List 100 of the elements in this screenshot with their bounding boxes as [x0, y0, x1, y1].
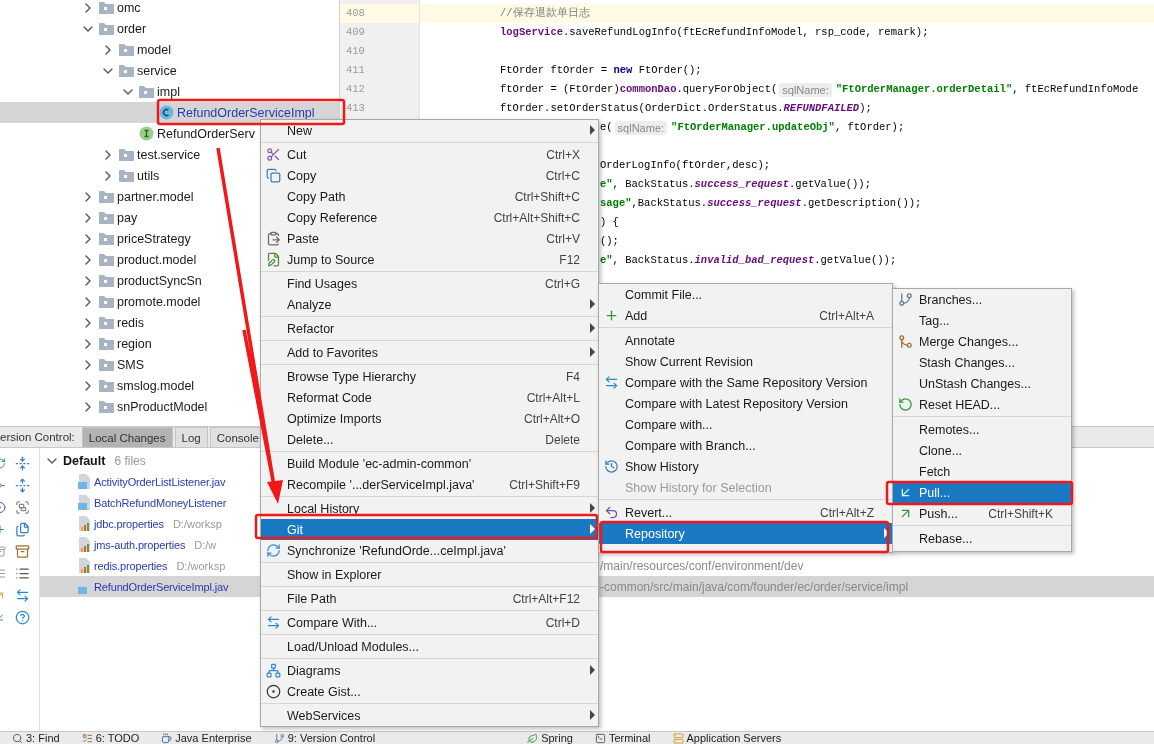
- file-name[interactable]: BatchRefundMoneyListener: [94, 496, 227, 509]
- tool-window-button[interactable]: 6: TODO: [75, 732, 146, 744]
- tool-window-button[interactable]: Spring: [521, 732, 579, 744]
- menu-item[interactable]: Git: [261, 519, 598, 540]
- shortcut-label: Ctrl+C: [545, 168, 580, 183]
- menu-item[interactable]: Pull...: [893, 482, 1071, 503]
- search-icon: [12, 732, 23, 744]
- menu-item[interactable]: Commit File...: [599, 284, 892, 305]
- menu-item[interactable]: Diagrams: [261, 660, 598, 681]
- menu-item[interactable]: Load/Unload Modules...: [261, 636, 598, 657]
- properties-file-icon: [78, 558, 91, 573]
- menu-item[interactable]: Show in Explorer: [261, 564, 598, 585]
- code-line: //保存退款单日志: [500, 6, 590, 21]
- menu-item[interactable]: Browse Type Hierarchy F4: [261, 366, 598, 387]
- shortcut-label: Ctrl+D: [545, 615, 580, 630]
- shortcut-label: Ctrl+Alt+Z: [820, 505, 874, 520]
- menu-item[interactable]: Find Usages Ctrl+G: [261, 273, 598, 294]
- folder-icon: [99, 190, 114, 203]
- properties-file-icon: [78, 516, 91, 531]
- file-name[interactable]: ActivityOrderListListener.jav: [94, 475, 226, 488]
- menu-item[interactable]: Compare with Latest Repository Version: [599, 393, 892, 414]
- menu-item[interactable]: Tag...: [893, 310, 1071, 331]
- line-number: 412: [345, 82, 366, 97]
- folder-icon: [99, 211, 114, 224]
- menu-item[interactable]: Copy Ctrl+C: [261, 165, 598, 186]
- clipboard-icon: [266, 231, 281, 246]
- branch-icon: [273, 732, 285, 744]
- folder-icon: [99, 337, 114, 350]
- menu-item[interactable]: Compare with Branch...: [599, 435, 892, 456]
- menu-item[interactable]: Optimize Imports Ctrl+Alt+O: [261, 408, 598, 429]
- folder-icon: [119, 43, 134, 56]
- reset-icon: [898, 397, 913, 412]
- tool-window-button[interactable]: Java Enterprise: [155, 732, 258, 744]
- menu-item[interactable]: WebServices: [261, 705, 598, 726]
- file-name[interactable]: jdbc.properties: [94, 517, 164, 530]
- menu-item[interactable]: Reset HEAD...: [893, 394, 1071, 415]
- menu-item[interactable]: Compare with the Same Repository Version: [599, 372, 892, 393]
- menu-item[interactable]: Add Ctrl+Alt+A: [599, 305, 892, 326]
- menu-item[interactable]: Fetch: [893, 461, 1071, 482]
- menu-item[interactable]: Show Current Revision: [599, 351, 892, 372]
- menu-item[interactable]: Copy Reference Ctrl+Alt+Shift+C: [261, 207, 598, 228]
- menu-item[interactable]: Show History: [599, 456, 892, 477]
- menu-item[interactable]: Build Module 'ec-admin-common': [261, 453, 598, 474]
- menu-item[interactable]: Paste Ctrl+V: [261, 228, 598, 249]
- code-line: OrderLogInfo(ftOrder,desc);: [600, 158, 771, 173]
- shortcut-label: Ctrl+Alt+F12: [512, 591, 580, 606]
- menu-item[interactable]: Cut Ctrl+X: [261, 144, 598, 165]
- shortcut-label: Ctrl+Alt+L: [526, 390, 580, 405]
- menu-item[interactable]: Reformat Code Ctrl+Alt+L: [261, 387, 598, 408]
- menu-item[interactable]: UnStash Changes...: [893, 373, 1071, 394]
- menu-item[interactable]: Create Gist...: [261, 681, 598, 702]
- folder-icon: [99, 358, 114, 371]
- menu-item[interactable]: Merge Changes...: [893, 331, 1071, 352]
- server-icon: [672, 732, 684, 744]
- line-number: 410: [345, 44, 366, 59]
- menu-item[interactable]: Revert... Ctrl+Alt+Z: [599, 502, 892, 523]
- menu-item[interactable]: Recompile '...derServiceImpl.java' Ctrl+Shift+F9: [261, 474, 598, 495]
- menu-item[interactable]: Rebase...: [893, 528, 1071, 549]
- tool-window-button[interactable]: 9: Version Control: [267, 732, 382, 744]
- undo-icon: [604, 505, 619, 520]
- tree-item[interactable]: service: [0, 60, 339, 81]
- file-count: 6 files: [114, 453, 146, 468]
- code-line: ftOrder = (FtOrder)commonDao.queryForObject( sqlName: "FtOrderManager.orderDetail", ftEcRefundInfoMode: [500, 81, 1139, 99]
- file-path: D:/w: [194, 538, 217, 551]
- tree-item[interactable]: model: [0, 39, 339, 60]
- code-line: logService.saveRefundLogInfo(ftEcRefundInfoModel, rsp_code, remark);: [500, 25, 929, 40]
- tree-item[interactable]: omc: [0, 0, 339, 18]
- menu-item[interactable]: Remotes...: [893, 419, 1071, 440]
- menu-item[interactable]: Compare with...: [599, 414, 892, 435]
- line-number: 408: [340, 4, 419, 23]
- menu-item[interactable]: Copy Path Ctrl+Shift+C: [261, 186, 598, 207]
- copy-icon: [266, 168, 281, 183]
- menu-item[interactable]: Repository: [599, 523, 892, 544]
- tree-item[interactable]: RefundOrderServiceImpl: [0, 102, 339, 123]
- menu-item[interactable]: Jump to Source F12: [261, 249, 598, 270]
- tool-window-button[interactable]: Terminal: [588, 732, 657, 744]
- menu-item[interactable]: Clone...: [893, 440, 1071, 461]
- file-name[interactable]: RefundOrderServiceImpl.jav: [94, 580, 229, 593]
- menu-item[interactable]: Synchronize 'RefundOrde...ceImpl.java': [261, 540, 598, 561]
- menu-item[interactable]: Push... Ctrl+Shift+K: [893, 503, 1071, 524]
- panel-tab[interactable]: Local Changes: [81, 427, 173, 447]
- tool-window-button[interactable]: 3: Find: [6, 732, 66, 744]
- file-name[interactable]: redis.properties: [94, 559, 168, 572]
- tool-window-button[interactable]: Application Servers: [666, 732, 788, 744]
- tree-item[interactable]: order: [0, 18, 339, 39]
- folder-icon: [99, 295, 114, 308]
- menu-item[interactable]: New: [261, 120, 598, 141]
- file-path: D:/worksp: [176, 559, 226, 572]
- tree-item[interactable]: impl: [0, 81, 339, 102]
- menu-item[interactable]: File Path Ctrl+Alt+F12: [261, 588, 598, 609]
- menu-item[interactable]: Compare With... Ctrl+D: [261, 612, 598, 633]
- panel-tab[interactable]: Log: [174, 427, 208, 447]
- changelist-name: Default: [63, 453, 106, 468]
- folder-icon: [99, 400, 114, 413]
- merge-icon: [898, 334, 913, 349]
- todo-icon: [81, 732, 93, 744]
- menu-item[interactable]: Stash Changes...: [893, 352, 1071, 373]
- file-name[interactable]: jms-auth.properties: [94, 538, 186, 551]
- menu-item[interactable]: Annotate: [599, 330, 892, 351]
- menu-item[interactable]: Branches...: [893, 289, 1071, 310]
